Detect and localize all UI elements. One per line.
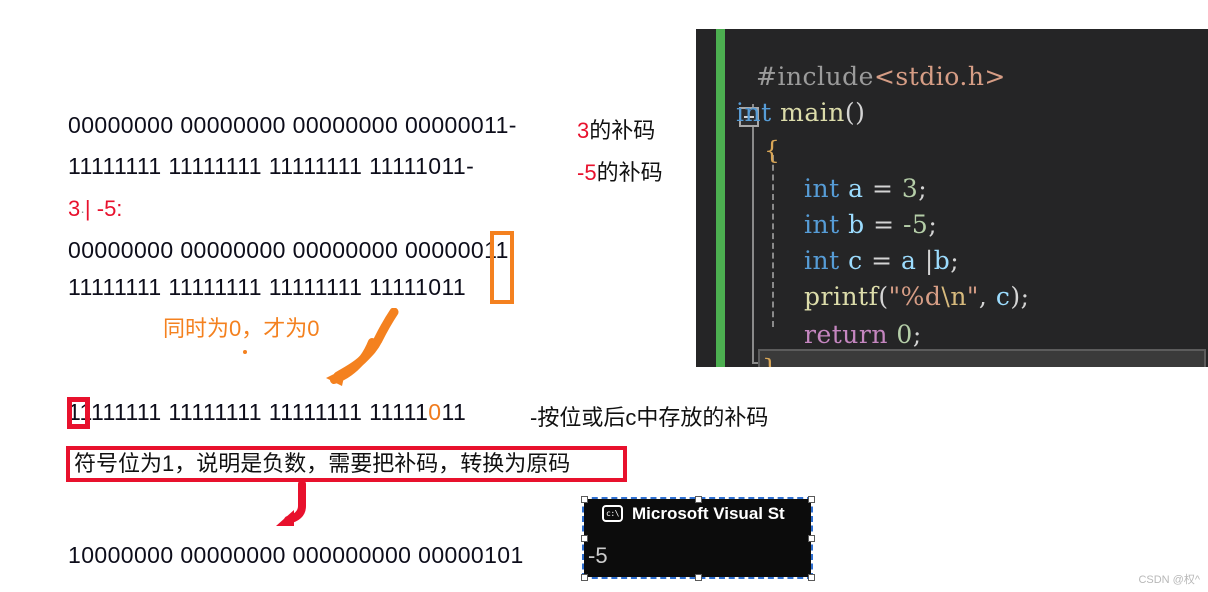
code-token: int	[804, 210, 840, 239]
code-token: =	[864, 210, 903, 239]
note-dot-marker	[243, 350, 247, 354]
bit-highlight-box	[490, 231, 514, 304]
selection-handle-7[interactable]	[694, 574, 702, 581]
code-token: ;	[928, 210, 938, 239]
code-token: |	[916, 246, 934, 275]
code-editor-panel[interactable]: #include<stdio.h> int main(){int a = 3; in…	[696, 29, 1208, 367]
code-token: =	[862, 246, 901, 275]
code-token: printf	[804, 282, 879, 311]
code-line-8[interactable]: return 0;	[696, 317, 922, 353]
result-bits-mid: 1111111 11111111 11111111 11111	[79, 399, 429, 425]
code-line-2[interactable]: int main()	[696, 95, 865, 131]
sign-bit-highlight-box	[67, 397, 90, 429]
code-token: b	[848, 210, 865, 239]
code-line-9[interactable]: }	[696, 351, 778, 367]
code-token: 0	[896, 320, 913, 349]
result-bits-tail: 11	[441, 399, 467, 425]
console-title: Microsoft Visual St	[632, 504, 785, 523]
operand-row-a: 00000000 00000000 00000000 00000011	[68, 237, 509, 263]
code-token: \n	[941, 282, 967, 311]
code-line-5[interactable]: int b = -5;	[696, 207, 937, 243]
code-token: "	[966, 282, 979, 311]
selection-handle-4[interactable]	[581, 535, 588, 542]
code-token: c	[995, 282, 1011, 311]
selection-handle-6[interactable]	[581, 574, 588, 581]
expression-left: 3	[68, 196, 81, 221]
console-app-icon: c:\	[602, 505, 623, 522]
selection-handle-2[interactable]	[694, 496, 702, 503]
code-token: #include	[756, 62, 874, 91]
code-token: ;	[912, 320, 922, 349]
selection-handle-1[interactable]	[581, 496, 588, 503]
code-line-3[interactable]: {	[696, 133, 780, 169]
code-line-7[interactable]: printf("%d\n", c);	[696, 279, 1030, 315]
code-token: a	[848, 174, 864, 203]
code-token: int	[804, 246, 840, 275]
original-code-bits: 10000000 00000000 000000000 00000101	[68, 542, 524, 568]
result-suffix-label: -按位或后c中存放的补码	[530, 405, 769, 430]
code-token: ()	[844, 98, 866, 127]
code-token: int	[736, 98, 772, 127]
code-token: <stdio.h>	[873, 62, 1006, 91]
code-token: -5	[902, 210, 929, 239]
console-window-screenshot[interactable]: c:\ Microsoft Visual St -5	[582, 497, 813, 579]
code-token: ;	[918, 174, 928, 203]
code-token: =	[863, 174, 902, 203]
csdn-watermark: CSDN @权^	[1138, 574, 1200, 586]
callout-box: 符号位为1，说明是负数，需要把补码，转换为原码	[66, 446, 627, 482]
code-token: );	[1010, 282, 1030, 311]
code-token: main	[780, 98, 845, 127]
code-token: 3	[901, 174, 919, 203]
code-token: int	[804, 174, 840, 203]
code-token: "%d	[888, 282, 942, 311]
code-line-1[interactable]: #include<stdio.h>	[696, 59, 1006, 95]
selection-handle-3[interactable]	[808, 496, 815, 503]
negfive-value: -5	[577, 160, 597, 185]
expression-right: | -5:	[84, 196, 123, 221]
three-label-cn: 的补码	[589, 118, 656, 143]
selection-handle-8[interactable]	[808, 574, 815, 581]
operand-row-b: 11111111 11111111 11111111 11111011	[68, 274, 467, 300]
code-line-6[interactable]: int c = a |b;	[696, 243, 959, 279]
code-token: ,	[978, 282, 996, 311]
code-token: return	[804, 320, 888, 349]
negfive-complement-bits: 11111111 11111111 11111111 11111011-	[68, 153, 475, 179]
code-token: (	[878, 282, 889, 311]
callout-text: 符号位为1，说明是负数，需要把补码，转换为原码	[74, 451, 571, 476]
orange-arrow-icon	[326, 308, 399, 386]
code-token: ;	[950, 246, 960, 275]
negfive-label-cn: 的补码	[596, 160, 663, 185]
three-complement-label: 3的补码	[577, 113, 655, 145]
result-bits-line: 11111111 11111111 11111111 11111011	[68, 399, 466, 426]
red-arrow-icon	[276, 482, 306, 526]
three-value: 3	[577, 118, 590, 143]
result-bit-orange: 0	[428, 399, 442, 425]
code-line-4[interactable]: int a = 3;	[696, 171, 927, 207]
note-both-zero: 同时为0，才为0	[163, 316, 320, 341]
code-token: }	[762, 354, 778, 367]
code-token: b	[933, 246, 951, 275]
three-complement-bits: 00000000 00000000 00000000 00000011-	[68, 112, 517, 138]
selection-handle-5[interactable]	[808, 535, 815, 542]
code-token: c	[848, 246, 863, 275]
negfive-complement-label: -5的补码	[577, 155, 663, 187]
console-output-value: -5	[588, 543, 608, 568]
expression-line: 3·| -5:	[68, 196, 122, 222]
code-token: {	[764, 136, 781, 165]
code-token: a	[900, 246, 917, 275]
